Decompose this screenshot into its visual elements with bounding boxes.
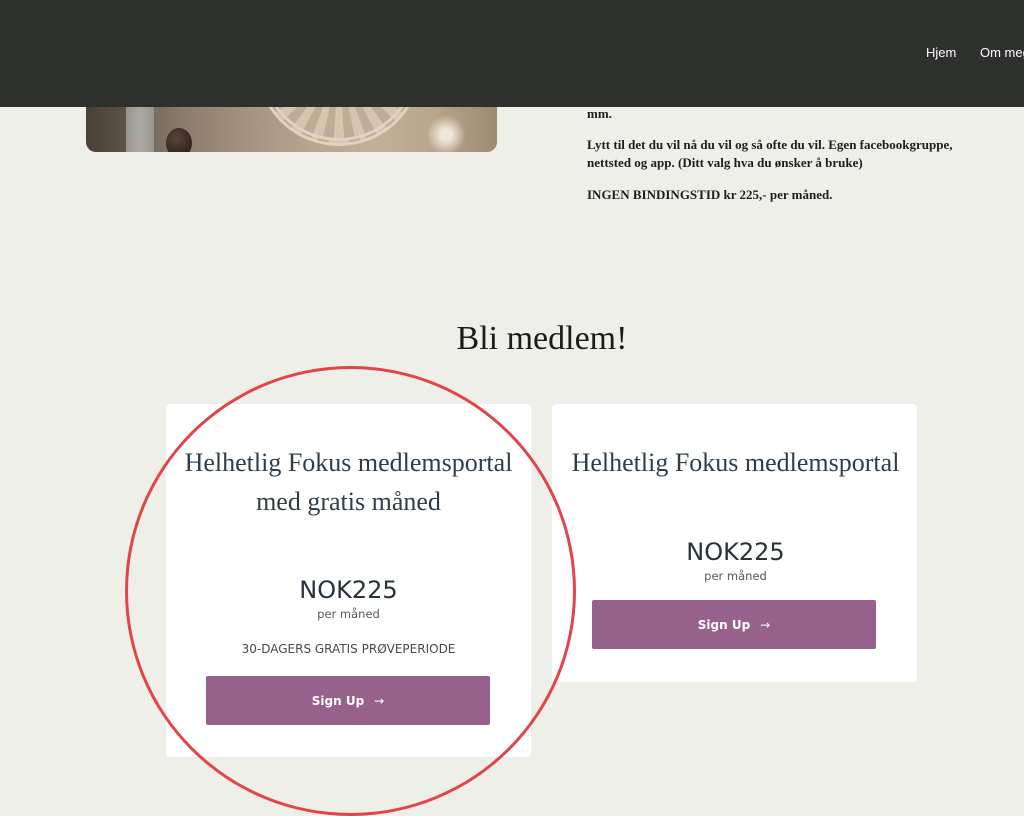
intro-paragraph-price: INGEN BINDINGSTID kr 225,- per måned. xyxy=(587,187,833,202)
sign-up-button[interactable]: Sign Up → xyxy=(206,676,490,725)
plan-trial-label: 30-DAGERS GRATIS PRØVEPERIODE xyxy=(241,642,456,656)
plan-title: Helhetlig Fokus medlemsportal med gratis… xyxy=(184,448,513,516)
membership-section-title: Bli medlem! xyxy=(456,320,628,357)
sign-up-label: Sign Up xyxy=(311,693,365,708)
intro-text-fragment: mm. xyxy=(587,106,612,121)
arrow-right-icon: → xyxy=(374,693,385,708)
nav-link-hjem[interactable]: Hjem xyxy=(926,45,956,60)
arrow-right-icon: → xyxy=(760,617,771,632)
plan-price: NOK225 xyxy=(299,576,398,604)
sign-up-button[interactable]: Sign Up → xyxy=(592,600,876,649)
plan-price: NOK225 xyxy=(686,538,785,566)
nav-link-om-meg[interactable]: Om meg xyxy=(980,45,1024,60)
plan-period: per måned xyxy=(704,569,767,583)
plan-period: per måned xyxy=(317,607,380,621)
plan-card-standard: Helhetlig Fokus medlemsportal NOK225 per… xyxy=(552,404,917,682)
plan-title: Helhetlig Fokus medlemsportal xyxy=(571,448,900,477)
plan-card-free-month: Helhetlig Fokus medlemsportal med gratis… xyxy=(166,404,531,757)
sign-up-label: Sign Up xyxy=(697,617,751,632)
intro-paragraph-listen: Lytt til det du vil nå du vil og så ofte… xyxy=(587,137,953,170)
top-navigation-bar: Hjem Om meg xyxy=(0,0,1024,107)
